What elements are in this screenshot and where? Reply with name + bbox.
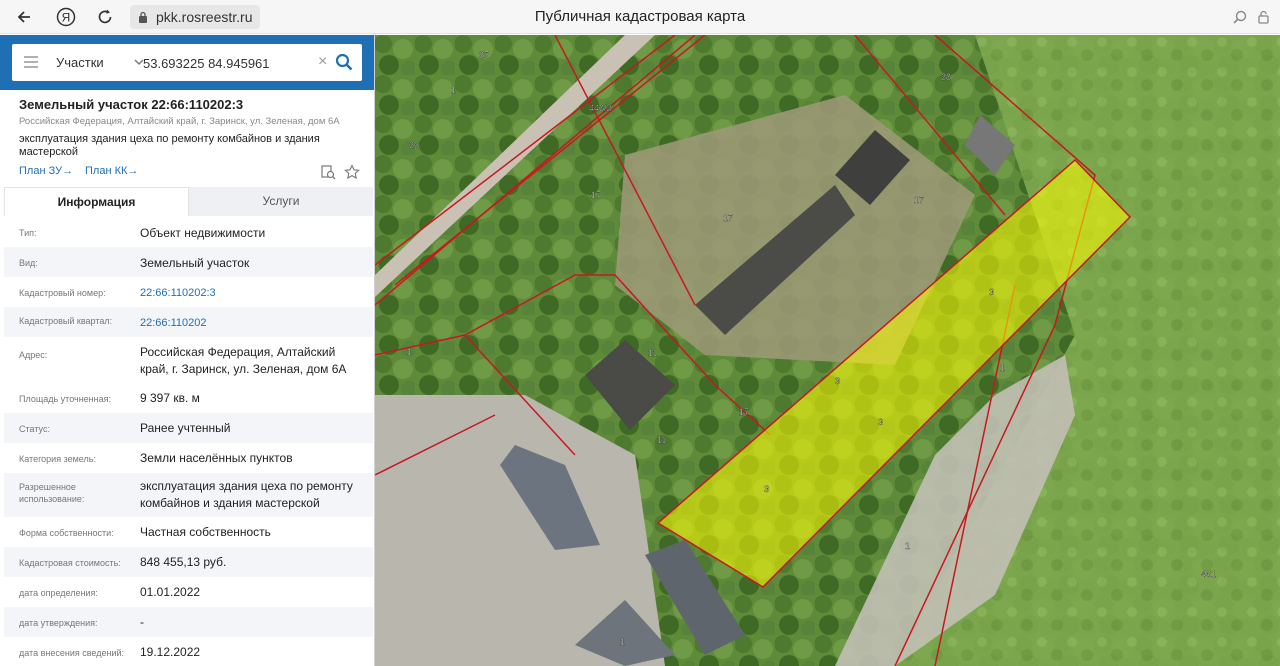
map-label: 17: [739, 407, 749, 417]
search-input[interactable]: [143, 54, 313, 72]
map-label: 26: [409, 140, 419, 150]
row-key: Кадастровая стоимость:: [19, 558, 121, 568]
browser-toolbar: Я pkk.rosreestr.ru Публичная кадастровая…: [0, 0, 1280, 34]
search-page-icon[interactable]: [1228, 5, 1252, 29]
object-title: Земельный участок 22:66:110202:3: [19, 97, 244, 112]
tab-information[interactable]: Информация: [4, 187, 189, 216]
row-value: Частная собственность: [140, 525, 271, 539]
satellite-imagery[interactable]: 25 1 26 443/2 28 17 17 17 17 11 11 3 3 3…: [375, 35, 1280, 666]
clear-icon[interactable]: ×: [318, 53, 327, 71]
row-key: дата определения:: [19, 588, 98, 598]
search-box: Участки ×: [12, 44, 362, 81]
row-key: Форма собственности:: [19, 528, 114, 538]
row-value: 19.12.2022: [140, 645, 201, 659]
row-key: Кадастровый номер:: [19, 288, 106, 298]
plan-zu-link[interactable]: План ЗУ→: [19, 165, 73, 177]
map-label: 17: [914, 195, 924, 205]
table-row: Кадастровый квартал: 22:66:110202: [4, 307, 373, 337]
map-label: 25: [479, 50, 489, 60]
map-label: 3: [878, 417, 883, 427]
url-text: pkk.rosreestr.ru: [156, 9, 253, 25]
table-row: дата внесения сведений: 19.12.2022: [4, 637, 373, 666]
row-value: эксплуатация здания цеха по ремонту комб…: [140, 479, 353, 510]
tab-bar: Информация Услуги: [4, 187, 373, 216]
back-arrow-icon[interactable]: [12, 5, 36, 29]
row-value: 01.01.2022: [140, 585, 201, 599]
map-label: 11: [657, 435, 666, 445]
search-bar: Участки ×: [0, 35, 374, 90]
map-label: 17: [591, 190, 601, 200]
tab-services[interactable]: Услуги: [189, 187, 373, 216]
map-label: 1: [620, 637, 625, 647]
address-bar[interactable]: pkk.rosreestr.ru: [130, 5, 261, 29]
row-key: Кадастровый квартал:: [19, 316, 113, 326]
table-row: Адрес: Российская Федерация, Алтайский к…: [4, 337, 373, 383]
cadastral-number-link[interactable]: 22:66:110202:3: [140, 285, 365, 302]
row-value: Российская Федерация, Алтайский край, г.…: [140, 345, 347, 376]
map-label: 1: [451, 85, 456, 95]
table-row: Кадастровый номер: 22:66:110202:3: [4, 277, 373, 307]
zoom-to-object-icon[interactable]: [320, 164, 336, 180]
yandex-icon[interactable]: Я: [54, 5, 78, 29]
table-row: Разрешенное использование: эксплуатация …: [4, 473, 373, 517]
map-label: 1: [1000, 363, 1005, 373]
map-label: 11: [648, 348, 657, 358]
star-icon[interactable]: [344, 164, 360, 180]
row-key: Площадь уточненная:: [19, 394, 111, 404]
row-key: Тип:: [19, 228, 37, 238]
table-row: Вид: Земельный участок: [4, 247, 373, 277]
table-row: Площадь уточненная: 9 397 кв. м: [4, 383, 373, 413]
map-label: 1: [407, 347, 412, 357]
menu-icon[interactable]: [24, 56, 38, 68]
search-icon[interactable]: [334, 52, 354, 72]
table-row: Статус: Ранее учтенный: [4, 413, 373, 443]
row-key: Статус:: [19, 424, 50, 434]
table-row: дата утверждения: -: [4, 607, 373, 637]
map-label: 17: [723, 213, 733, 223]
map-label: 461: [1201, 569, 1216, 579]
row-key: дата утверждения:: [19, 618, 98, 628]
lock-icon: [139, 11, 147, 23]
row-value: Ранее учтенный: [140, 421, 231, 435]
row-value: Объект недвижимости: [140, 226, 266, 240]
map-label: 1: [905, 541, 910, 551]
info-panel: Участки × Земельный участок 22:66:110202…: [0, 35, 375, 666]
search-type-select[interactable]: Участки: [56, 44, 104, 81]
map-label: 3: [835, 376, 840, 386]
cadastral-map[interactable]: 25 1 26 443/2 28 17 17 17 17 11 11 3 3 3…: [375, 35, 1280, 666]
row-value: 848 455,13 руб.: [140, 555, 227, 569]
row-key: дата внесения сведений:: [19, 648, 124, 658]
row-value: Земельный участок: [140, 256, 250, 270]
table-row: Форма собственности: Частная собственнос…: [4, 517, 373, 547]
row-key: Разрешенное использование:: [19, 482, 85, 504]
table-row: Категория земель: Земли населённых пункт…: [4, 443, 373, 473]
cadastral-quarter-link[interactable]: 22:66:110202: [140, 315, 365, 332]
lock-status-icon[interactable]: [1252, 5, 1276, 29]
row-key: Категория земель:: [19, 454, 96, 464]
plan-kk-link[interactable]: План КК→: [85, 165, 138, 177]
object-address: Российская Федерация, Алтайский край, г.…: [19, 116, 340, 127]
map-label: 3: [989, 287, 994, 297]
reload-icon[interactable]: [93, 5, 117, 29]
row-value: Земли населённых пунктов: [140, 451, 293, 465]
table-row: дата определения: 01.01.2022: [4, 577, 373, 607]
row-value: 9 397 кв. м: [140, 391, 200, 405]
table-row: Тип: Объект недвижимости: [4, 217, 373, 247]
map-label: 28: [941, 72, 951, 82]
row-key: Вид:: [19, 258, 38, 268]
object-permitted-use: эксплуатация здания цеха по ремонту комб…: [19, 133, 320, 158]
yandex-glyph: Я: [62, 11, 71, 25]
table-row: Кадастровая стоимость: 848 455,13 руб.: [4, 547, 373, 577]
map-label: 3: [764, 484, 769, 494]
row-key: Адрес:: [19, 350, 48, 360]
row-value: -: [140, 615, 144, 629]
map-label: 443/2: [589, 103, 612, 113]
